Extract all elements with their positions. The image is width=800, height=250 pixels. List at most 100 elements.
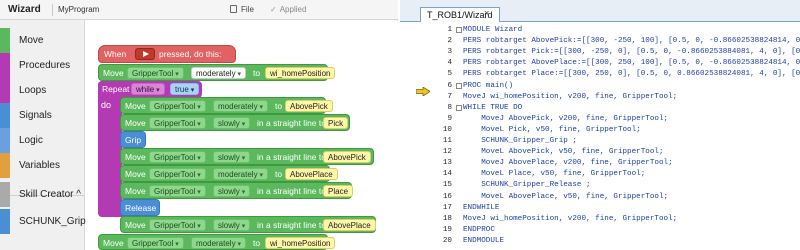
tool-dropdown[interactable]: GripperTool (149, 100, 206, 112)
line-number: 19 (442, 225, 452, 234)
program-name: MyProgram (58, 5, 100, 14)
close-icon[interactable]: × (484, 8, 489, 18)
sidebar-item-label: Skill Creator ^ (19, 189, 81, 200)
speed-dropdown[interactable]: moderately (191, 237, 247, 249)
when-event-block[interactable]: When pressed, do this: (98, 45, 236, 63)
release-block[interactable]: Release (120, 199, 160, 216)
code-area[interactable]: 1 MODULE Wizard 2 PERS robtarget AbovePick:… (400, 22, 800, 250)
sidebar-item-label: Loops (19, 85, 47, 96)
code-text: PERS robtarget AbovePlace:=[[300, 250, 1… (463, 59, 800, 68)
move-block[interactable]: Move GripperTool slowly in a straight li… (120, 148, 374, 165)
sidebar-item-label: Move (19, 35, 44, 46)
target-field[interactable]: Place (323, 185, 354, 197)
fold-toggle-icon[interactable] (456, 27, 462, 33)
tool-dropdown[interactable]: GripperTool (127, 67, 184, 79)
tool-dropdown[interactable]: GripperTool (149, 219, 206, 231)
code-line[interactable]: 18 MoveJ wi_homePosition, v200, fine, Gri… (400, 214, 800, 224)
code-line[interactable]: 19 ENDPROC (400, 225, 800, 235)
code-line[interactable]: 5 PERS robtarget Place:=[[300, 250, 0], [… (400, 69, 800, 79)
target-field[interactable]: AbovePlace (285, 168, 338, 180)
code-line[interactable]: 10 MoveL Pick, v50, fine, GripperTool; (400, 125, 800, 135)
move-block[interactable]: Move GripperTool slowly in a straight li… (120, 114, 350, 131)
sidebar-item-move[interactable]: Move (0, 28, 85, 53)
move-block[interactable]: Move GripperTool moderately to AbovePlac… (120, 165, 338, 182)
line-number: 1 (447, 26, 452, 34)
tool-dropdown[interactable]: GripperTool (149, 151, 206, 163)
sidebar-item-loops[interactable]: Loops (0, 78, 85, 103)
file-menu-label: File (241, 5, 254, 14)
repeat-label: Repeat (102, 84, 130, 94)
target-field[interactable]: wi_homePosition (265, 67, 336, 79)
code-line[interactable]: 9 MoveJ AbovePick, v200, fine, GripperTo… (400, 114, 800, 124)
speed-dropdown[interactable]: slowly (213, 151, 251, 163)
repeat-loop-block[interactable]: Repeat while true (98, 81, 202, 98)
block-canvas[interactable]: When pressed, do this: Move GripperTool … (86, 21, 398, 250)
sidebar-item-schunk-grip[interactable]: SCHUNK_Grip (0, 209, 86, 234)
code-text: MODULE Wizard (463, 26, 523, 34)
sidebar-item-label: Variables (19, 160, 60, 171)
line-number: 14 (442, 170, 452, 179)
sidebar-item-variables[interactable]: Variables (0, 153, 85, 178)
move-block[interactable]: Move GripperTool moderately to wi_homePo… (98, 64, 336, 81)
line-number: 6 (447, 81, 452, 90)
play-button-icon[interactable] (135, 48, 155, 60)
tool-dropdown[interactable]: GripperTool (149, 117, 206, 129)
speed-dropdown[interactable]: slowly (213, 117, 251, 129)
target-field[interactable]: AbovePick (285, 100, 333, 112)
move-label: Move (125, 186, 146, 196)
fold-toggle-icon[interactable] (456, 104, 462, 111)
speed-dropdown[interactable]: moderately (213, 168, 269, 180)
line-number: 3 (447, 48, 452, 57)
sidebar-item-skill-creator[interactable]: Skill Creator ^ (0, 182, 85, 207)
sidebar-item-procedures[interactable]: Procedures (0, 53, 85, 78)
target-field[interactable]: AbovePick (323, 151, 371, 163)
tool-dropdown[interactable]: GripperTool (127, 237, 184, 249)
file-menu-button[interactable]: File (230, 5, 254, 14)
move-to-label: in a straight line to (257, 152, 326, 162)
tool-dropdown[interactable]: GripperTool (149, 185, 206, 197)
move-block[interactable]: Move GripperTool moderately to wi_homePo… (98, 234, 336, 250)
code-line[interactable]: 15 SCHUNK_Gripper_Release ; (400, 180, 800, 190)
code-line[interactable]: 14 MoveL Place, v50, fine, GripperTool; (400, 169, 800, 179)
code-line[interactable]: 1 MODULE Wizard (400, 25, 800, 35)
speed-dropdown[interactable]: slowly (213, 219, 251, 231)
code-line[interactable]: 17 ENDWHILE (400, 203, 800, 213)
code-line[interactable]: 3 PERS robtarget Pick:=[[300, -250, 0], [… (400, 47, 800, 57)
code-text: PERS robtarget AbovePick:=[[300, -250, 1… (463, 37, 800, 46)
code-text: SCHUNK_Gripper_Release ; (463, 181, 591, 190)
code-line[interactable]: 12 MoveL AbovePick, v50, fine, GripperTo… (400, 147, 800, 157)
move-to-label: in a straight line to (257, 186, 326, 196)
loop-mode-dropdown[interactable]: while (131, 83, 165, 95)
sidebar-item-logic[interactable]: Logic (0, 128, 85, 153)
move-block[interactable]: Move GripperTool slowly in a straight li… (120, 216, 376, 233)
grip-block[interactable]: Grip (120, 131, 146, 148)
code-line[interactable]: 2 PERS robtarget AbovePick:=[[300, -250, … (400, 36, 800, 46)
speed-dropdown[interactable]: moderately (213, 100, 269, 112)
code-line[interactable]: 16 MoveL AbovePlace, v50, fine, GripperT… (400, 192, 800, 202)
code-line[interactable]: 8 WHILE TRUE DO (400, 103, 800, 113)
move-block[interactable]: Move GripperTool slowly in a straight li… (120, 182, 354, 199)
code-line[interactable]: 7 MoveJ wi_homePosition, v200, fine, Grip… (400, 92, 800, 102)
code-line[interactable]: 20 ENDMODULE (400, 236, 800, 246)
tool-dropdown[interactable]: GripperTool (149, 168, 206, 180)
target-field[interactable]: AbovePlace (323, 219, 376, 231)
line-number: 8 (447, 103, 452, 112)
code-line[interactable]: 6 PROC main() (400, 81, 800, 91)
line-number: 15 (442, 181, 452, 190)
do-label: do (101, 100, 112, 110)
loop-condition-dropdown[interactable]: true (170, 83, 200, 95)
target-field[interactable]: wi_homePosition (265, 237, 336, 249)
code-line[interactable]: 13 MoveJ AbovePlace, v200, fine, Gripper… (400, 158, 800, 168)
speed-dropdown[interactable]: slowly (213, 185, 251, 197)
fold-toggle-icon[interactable] (456, 82, 462, 89)
sidebar-item-signals[interactable]: Signals (0, 103, 85, 128)
target-field[interactable]: Pick (323, 117, 349, 129)
code-line[interactable]: 11 SCHUNK_Gripper_Grip ; (400, 136, 800, 146)
line-number: 12 (442, 148, 452, 157)
code-line[interactable]: 4 PERS robtarget AbovePlace:=[[300, 250, … (400, 58, 800, 68)
move-block[interactable]: Move GripperTool moderately to AbovePick (120, 97, 333, 114)
category-color-stripe (0, 209, 10, 234)
speed-dropdown[interactable]: moderately (191, 67, 247, 79)
move-to-label: to (253, 238, 261, 248)
code-text: WHILE TRUE DO (463, 103, 523, 112)
